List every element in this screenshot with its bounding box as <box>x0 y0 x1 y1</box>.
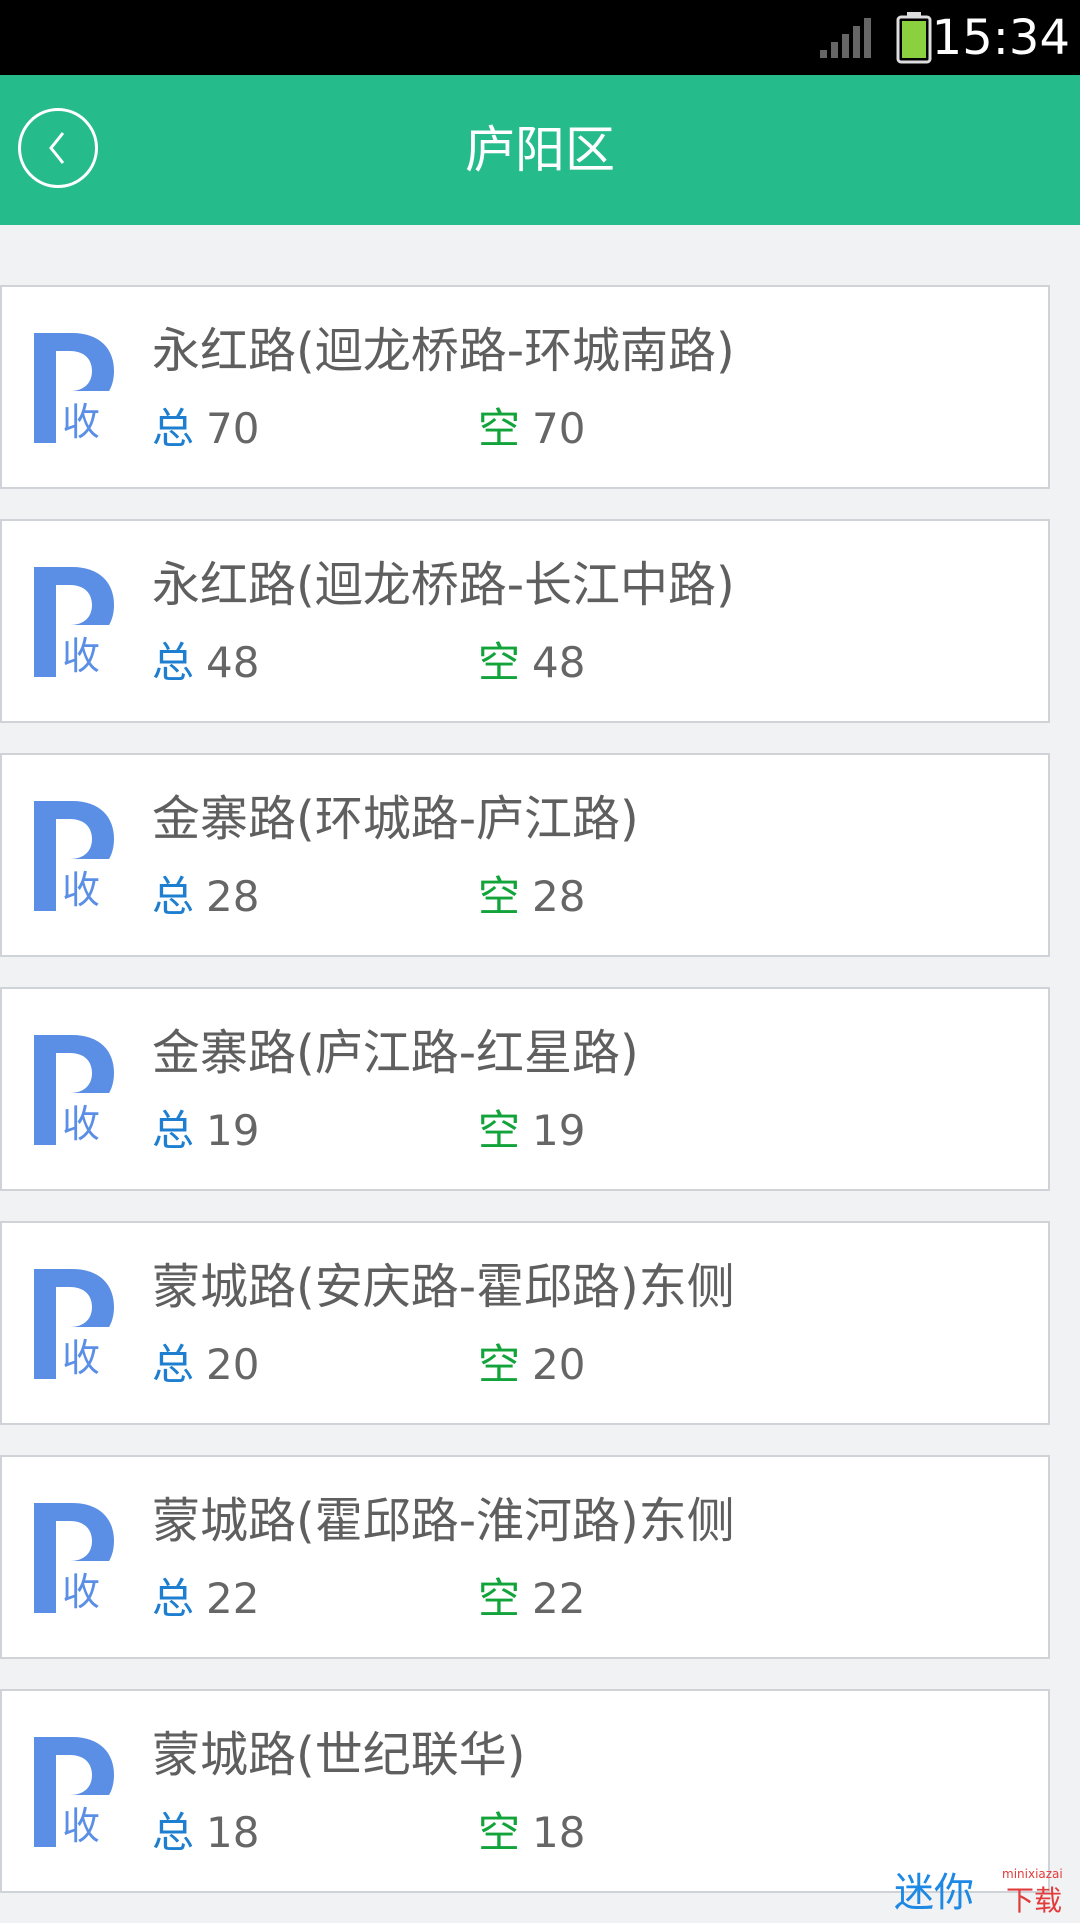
total-label: 总 <box>152 872 195 921</box>
parking-lot-name: 永红路(迴龙桥路-环城南路) <box>152 323 735 379</box>
total-spaces: 总 22 <box>152 1572 259 1626</box>
parking-lot-item[interactable]: 收 蒙城路(安庆路-霍邱路)东侧 总 20 空 20 <box>0 1221 1050 1425</box>
svg-text:收: 收 <box>62 1102 100 1145</box>
total-spaces: 总 28 <box>152 870 259 924</box>
empty-label: 空 <box>478 872 521 921</box>
empty-label: 空 <box>478 404 521 453</box>
parking-lot-item[interactable]: 收 金寨路(环城路-庐江路) 总 28 空 28 <box>0 753 1050 957</box>
parking-fee-icon: 收 <box>34 801 114 911</box>
svg-text:收: 收 <box>62 1336 100 1379</box>
empty-value: 18 <box>532 1808 586 1857</box>
parking-fee-icon: 收 <box>34 1503 114 1613</box>
parking-fee-icon: 收 <box>34 333 114 443</box>
svg-text:收: 收 <box>62 868 100 911</box>
parking-lot-item[interactable]: 收 永红路(迴龙桥路-长江中路) 总 48 空 48 <box>0 519 1050 723</box>
empty-label: 空 <box>478 1106 521 1155</box>
battery-icon <box>896 12 932 64</box>
parking-fee-icon: 收 <box>34 567 114 677</box>
empty-spaces: 空 20 <box>478 1338 585 1392</box>
app-bar: 庐阳区 <box>0 75 1080 225</box>
parking-fee-icon: 收 <box>34 1035 114 1145</box>
svg-text:收: 收 <box>62 400 100 443</box>
parking-lot-name: 金寨路(庐江路-红星路) <box>152 1025 639 1081</box>
total-label: 总 <box>152 1340 195 1389</box>
total-value: 28 <box>206 872 260 921</box>
parking-lot-item[interactable]: 收 金寨路(庐江路-红星路) 总 19 空 19 <box>0 987 1050 1191</box>
parking-fee-icon: 收 <box>34 1269 114 1379</box>
parking-lot-item[interactable]: 收 永红路(迴龙桥路-环城南路) 总 70 空 70 <box>0 285 1050 489</box>
svg-text:下载: 下载 <box>1006 1884 1062 1916</box>
empty-label: 空 <box>478 638 521 687</box>
total-value: 18 <box>206 1808 260 1857</box>
total-spaces: 总 20 <box>152 1338 259 1392</box>
parking-lot-name: 金寨路(环城路-庐江路) <box>152 791 639 847</box>
svg-text:迷你: 迷你 <box>894 1870 974 1916</box>
total-value: 70 <box>206 404 260 453</box>
total-label: 总 <box>152 1106 195 1155</box>
parking-lot-name: 蒙城路(安庆路-霍邱路)东侧 <box>152 1259 735 1315</box>
total-label: 总 <box>152 1808 195 1857</box>
total-spaces: 总 18 <box>152 1806 259 1860</box>
empty-value: 70 <box>532 404 586 453</box>
parking-lot-item[interactable]: 收 蒙城路(世纪联华) 总 18 空 18 <box>0 1689 1050 1893</box>
svg-text:收: 收 <box>62 634 100 677</box>
signal-icon <box>820 18 871 58</box>
page-title: 庐阳区 <box>465 121 615 179</box>
parking-fee-icon: 收 <box>34 1737 114 1847</box>
total-label: 总 <box>152 1574 195 1623</box>
svg-text:收: 收 <box>62 1804 100 1847</box>
status-bar: 15:34 <box>0 0 1080 75</box>
empty-value: 20 <box>532 1340 586 1389</box>
total-spaces: 总 70 <box>152 402 259 456</box>
empty-spaces: 空 19 <box>478 1104 585 1158</box>
empty-value: 22 <box>532 1574 586 1623</box>
total-spaces: 总 19 <box>152 1104 259 1158</box>
total-label: 总 <box>152 638 195 687</box>
empty-spaces: 空 70 <box>478 402 585 456</box>
total-spaces: 总 48 <box>152 636 259 690</box>
total-label: 总 <box>152 404 195 453</box>
parking-lot-name: 蒙城路(世纪联华) <box>152 1727 526 1783</box>
empty-spaces: 空 18 <box>478 1806 585 1860</box>
watermark-logo: 迷你 minixiazai 下载 <box>894 1867 1063 1916</box>
parking-list: 收 永红路(迴龙桥路-环城南路) 总 70 空 70 收 永红路(迴龙桥路-长江中路… <box>0 285 1050 1923</box>
empty-spaces: 空 48 <box>478 636 585 690</box>
empty-label: 空 <box>478 1574 521 1623</box>
empty-value: 28 <box>532 872 586 921</box>
empty-label: 空 <box>478 1340 521 1389</box>
parking-lot-item[interactable]: 收 蒙城路(霍邱路-淮河路)东侧 总 22 空 22 <box>0 1455 1050 1659</box>
empty-value: 48 <box>532 638 586 687</box>
total-value: 48 <box>206 638 260 687</box>
total-value: 20 <box>206 1340 260 1389</box>
empty-label: 空 <box>478 1808 521 1857</box>
empty-spaces: 空 22 <box>478 1572 585 1626</box>
svg-text:minixiazai: minixiazai <box>1002 1867 1063 1881</box>
parking-lot-name: 蒙城路(霍邱路-淮河路)东侧 <box>152 1493 735 1549</box>
empty-value: 19 <box>532 1106 586 1155</box>
total-value: 22 <box>206 1574 260 1623</box>
total-value: 19 <box>206 1106 260 1155</box>
status-time: 15:34 <box>931 10 1070 66</box>
svg-text:收: 收 <box>62 1570 100 1613</box>
empty-spaces: 空 28 <box>478 870 585 924</box>
parking-lot-name: 永红路(迴龙桥路-长江中路) <box>152 557 735 613</box>
